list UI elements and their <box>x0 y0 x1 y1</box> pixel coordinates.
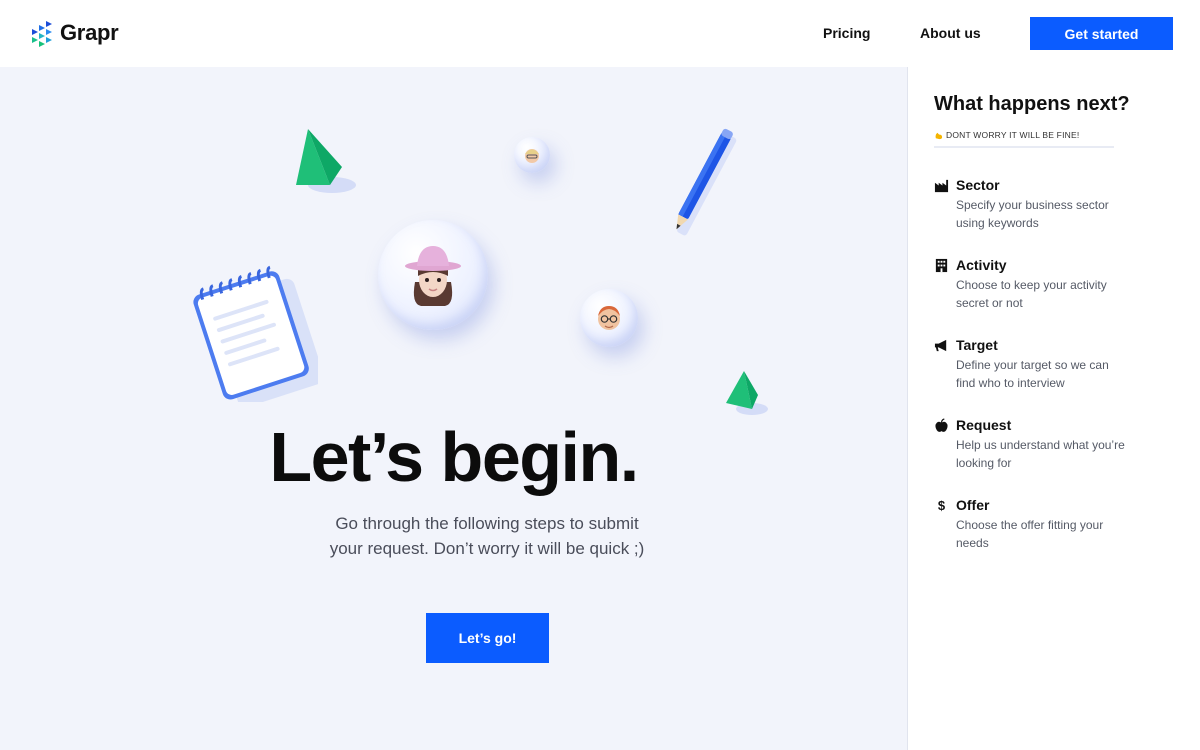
main-area: Let’s begin. Go through the following st… <box>0 67 907 750</box>
pencil-icon <box>676 128 737 236</box>
step-title: Activity <box>956 257 1007 273</box>
brand-name: Grapr <box>60 20 119 45</box>
next-steps-sidebar: What happens next? DONT WORRY IT WILL BE… <box>907 67 1200 750</box>
sidebar-note: DONT WORRY IT WILL BE FINE! <box>934 130 1079 140</box>
sidebar-title: What happens next? <box>934 93 1130 115</box>
avatar-bubble-large <box>378 220 488 330</box>
step-description: Help us understand what you’re looking f… <box>956 438 1125 470</box>
step-request: Request Help us understand what you’re l… <box>934 417 1184 472</box>
nav-about-link[interactable]: About us <box>920 25 981 41</box>
avatar-small-icon <box>525 149 539 163</box>
avatar-man-glasses-icon <box>598 306 620 330</box>
step-sector: Sector Specify your business sector usin… <box>934 177 1184 232</box>
hero-headline: Let’s begin. <box>269 418 639 496</box>
step-title: Sector <box>956 177 1000 193</box>
nav-pricing-link[interactable]: Pricing <box>823 25 870 41</box>
dollar-icon: $ <box>937 497 946 513</box>
building-icon <box>935 258 948 272</box>
top-header: Grapr Pricing About us Get started <box>0 0 1200 67</box>
lets-go-button[interactable]: Let’s go! <box>426 613 549 663</box>
green-pyramid-large-icon <box>296 129 356 193</box>
avatar-woman-hat-icon <box>405 246 461 306</box>
step-target: Target Define your target so we can find… <box>934 337 1184 392</box>
hero-description: Go through the following steps to submit… <box>0 511 974 561</box>
sidebar-divider <box>934 146 1114 148</box>
step-title: Offer <box>956 497 990 513</box>
step-description: Choose the offer fitting your needs <box>956 518 1104 550</box>
apple-icon <box>935 417 948 432</box>
get-started-button[interactable]: Get started <box>1030 17 1173 50</box>
flexed-biceps-icon <box>935 132 943 139</box>
green-pyramid-small-icon <box>726 371 768 415</box>
factory-icon <box>934 179 949 192</box>
grapr-logo-icon <box>32 21 52 47</box>
step-description: Choose to keep your activity secret or n… <box>956 278 1107 310</box>
hero-description-line-2: your request. Don’t worry it will be qui… <box>329 539 645 558</box>
hero-description-line-1: Go through the following steps to submit <box>335 514 639 533</box>
avatar-bubble-medium <box>580 289 638 347</box>
sidebar-note-text: DONT WORRY IT WILL BE FINE! <box>946 130 1080 140</box>
step-title: Request <box>956 417 1012 433</box>
step-offer: $ Offer Choose the offer fitting your ne… <box>934 497 1184 552</box>
step-description: Define your target so we can find who to… <box>956 358 1109 390</box>
grapr-logo[interactable]: Grapr <box>30 19 119 47</box>
step-title: Target <box>956 337 998 353</box>
step-description: Specify your business sector using keywo… <box>956 198 1109 230</box>
notepad-icon <box>193 265 318 402</box>
step-activity: Activity Choose to keep your activity se… <box>934 257 1184 312</box>
megaphone-icon <box>934 339 947 351</box>
avatar-bubble-small <box>514 137 550 173</box>
